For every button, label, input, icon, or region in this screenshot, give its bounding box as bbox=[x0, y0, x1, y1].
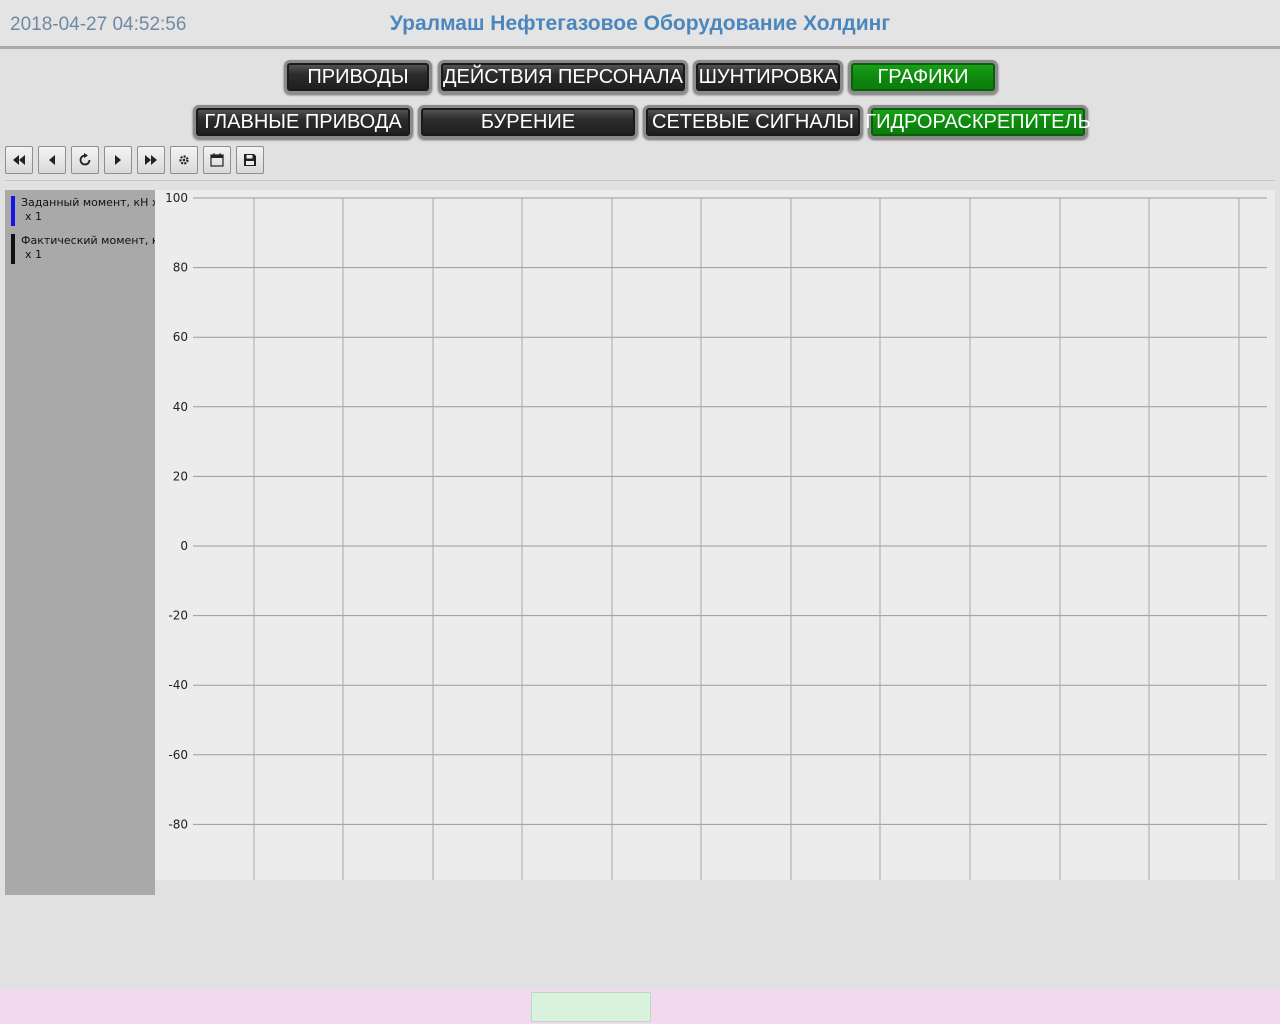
nav-button-personnel-actions[interactable]: ДЕЙСТВИЯ ПЕРСОНАЛА bbox=[438, 60, 688, 94]
legend-swatch bbox=[11, 234, 15, 264]
chart-legend: Заданный момент, кН x x 1 Фактический мо… bbox=[5, 190, 155, 895]
y-tick-label: -40 bbox=[168, 678, 188, 692]
bottom-indicator bbox=[531, 992, 651, 1022]
y-tick-label: 100 bbox=[165, 191, 188, 205]
legend-label: Заданный момент, кН x bbox=[21, 196, 155, 209]
toolbar-divider bbox=[5, 180, 1275, 181]
trend-chart: 100 80 60 40 20 0 -20 -40 -60 -80 bbox=[165, 191, 1267, 880]
first-page-icon bbox=[13, 155, 25, 165]
last-page-icon bbox=[145, 155, 157, 165]
y-tick-label: 0 bbox=[180, 539, 188, 553]
legend-label: Фактический момент, кН bbox=[21, 234, 155, 247]
nav-button-network-signals[interactable]: СЕТЕВЫЕ СИГНАЛЫ bbox=[643, 105, 863, 139]
next-icon bbox=[115, 155, 121, 165]
y-tick-label: 60 bbox=[173, 330, 188, 344]
nav-button-hydraulic-breaker[interactable]: ГИДРОРАСКРЕПИТЕЛЬ bbox=[865, 105, 1091, 139]
calendar-icon bbox=[210, 153, 224, 167]
refresh-button[interactable] bbox=[71, 146, 99, 174]
y-tick-label: 20 bbox=[173, 469, 188, 483]
legend-scale: x 1 bbox=[25, 210, 43, 223]
previous-icon bbox=[49, 155, 55, 165]
legend-item-setpoint-torque[interactable]: Заданный момент, кН x x 1 bbox=[11, 196, 155, 226]
bottom-status-strip bbox=[0, 990, 1280, 1024]
save-icon bbox=[244, 154, 256, 166]
calendar-button[interactable] bbox=[203, 146, 231, 174]
nav-button-main-drives[interactable]: ГЛАВНЫЕ ПРИВОДА bbox=[193, 105, 413, 139]
legend-item-actual-torque[interactable]: Фактический момент, кН x 1 bbox=[11, 234, 155, 264]
app-title: Уралмаш Нефтегазовое Оборудование Холдин… bbox=[389, 12, 891, 35]
nav-button-privody[interactable]: ПРИВОДЫ bbox=[284, 60, 432, 94]
save-button[interactable] bbox=[236, 146, 264, 174]
legend-scale: x 1 bbox=[25, 248, 43, 261]
y-tick-label: -60 bbox=[168, 748, 188, 762]
nav-button-graphs[interactable]: ГРАФИКИ bbox=[848, 60, 998, 94]
last-page-button[interactable] bbox=[137, 146, 165, 174]
refresh-icon bbox=[79, 153, 91, 166]
legend-swatch bbox=[11, 196, 15, 226]
first-page-button[interactable] bbox=[5, 146, 33, 174]
settings-icon bbox=[179, 155, 189, 165]
chart-plot-area[interactable]: 100 80 60 40 20 0 -20 -40 -60 -80 bbox=[155, 190, 1275, 880]
nav-button-drilling[interactable]: БУРЕНИЕ bbox=[418, 105, 638, 139]
y-tick-label: -80 bbox=[168, 817, 188, 831]
y-tick-label: 80 bbox=[173, 261, 188, 275]
header-bar: 2018-04-27 04:52:56 Уралмаш Нефтегазовое… bbox=[0, 0, 1280, 49]
settings-button[interactable] bbox=[170, 146, 198, 174]
y-tick-label: -20 bbox=[168, 609, 188, 623]
previous-button[interactable] bbox=[38, 146, 66, 174]
nav-button-shunting[interactable]: ШУНТИРОВКА bbox=[693, 60, 843, 94]
next-button[interactable] bbox=[104, 146, 132, 174]
y-tick-label: 40 bbox=[173, 400, 188, 414]
